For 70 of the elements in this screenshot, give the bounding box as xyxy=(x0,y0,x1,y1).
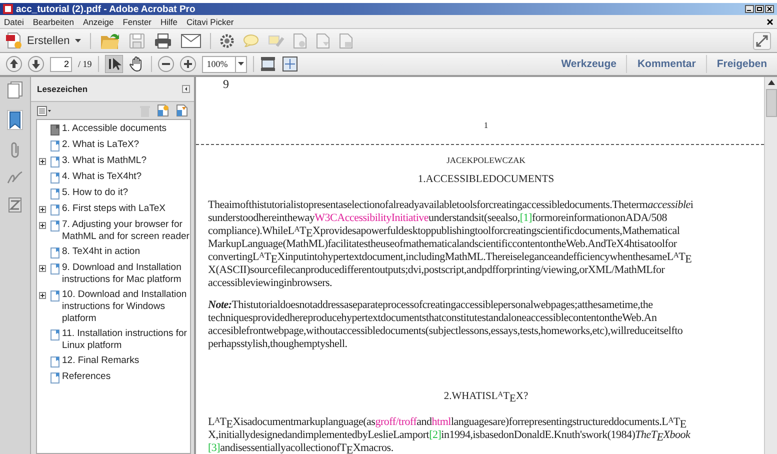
paragraph: Note:Thistutorialdoesnotaddressaseparateprocessofcreatingaccessiblepersonalwebpages;atthesametime,the techniquesprovidedhereproducehypertextdocumentsthatconstitutestandaloneaccessiblecontentontheWeb.An accesiblefrontwebpage,withoutaccessibledocuments(subjectlessons,essays,tests,homeworks,etc),willreduceitselfto perhapsstylish,thoughemptyshell. xyxy=(208,299,683,351)
fit-width-icon[interactable] xyxy=(260,56,276,72)
bookmark-item[interactable]: 5. How to do it? xyxy=(62,187,128,199)
expand-icon[interactable] xyxy=(39,222,46,228)
bookmark-item[interactable]: 2. What is LaTeX? xyxy=(62,139,140,151)
panel-title: Lesezeichen xyxy=(37,84,88,94)
create-button[interactable]: Erstellen xyxy=(6,32,81,49)
collapse-panel-icon[interactable] xyxy=(182,85,190,93)
open-folder-icon[interactable] xyxy=(100,32,120,50)
bookmark-item[interactable]: 1. Accessible documents xyxy=(62,123,167,135)
menu-item[interactable]: Datei xyxy=(4,16,24,26)
bookmark-icon[interactable] xyxy=(8,111,22,129)
pages-icon[interactable] xyxy=(7,81,23,99)
page-number: 1 xyxy=(482,120,490,130)
menu-item[interactable]: Hilfe xyxy=(160,16,178,26)
bookmark-item[interactable]: 4. What is TeX4ht? xyxy=(62,171,142,183)
fit-page-icon[interactable] xyxy=(282,56,298,72)
bookmark-item[interactable]: 9. Download and Installation instructions for Mac platform xyxy=(62,262,190,286)
bookmark-item[interactable]: References xyxy=(62,371,111,383)
menu-item[interactable]: Fenster xyxy=(122,16,152,26)
mail-icon[interactable] xyxy=(180,34,201,48)
zoom-in-icon[interactable] xyxy=(180,56,196,72)
page-number-field[interactable]: 2 xyxy=(50,56,72,72)
expand-icon[interactable] xyxy=(39,158,46,164)
panel-tab[interactable]: Kommentar xyxy=(633,58,700,70)
document-icon xyxy=(6,32,22,49)
menu-item[interactable]: Citavi Picker xyxy=(186,16,234,26)
scroll-up-icon[interactable] xyxy=(768,80,774,85)
panel-tab[interactable]: Werkzeuge xyxy=(557,58,620,70)
bookmark-arrow-icon[interactable] xyxy=(176,104,188,117)
previous-page-icon[interactable] xyxy=(6,56,22,72)
expand-icon[interactable] xyxy=(39,292,46,298)
bookmark-item[interactable]: 12. Final Remarks xyxy=(62,355,140,367)
bookmark-item[interactable]: 6. First steps with LaTeX xyxy=(62,203,166,215)
scrollbar[interactable] xyxy=(764,77,777,454)
link[interactable]: W3CAccessibilityInitiative xyxy=(314,212,429,224)
zoom-dropdown[interactable]: 100% xyxy=(202,56,247,72)
link[interactable]: html xyxy=(432,416,451,428)
page-number: 9 xyxy=(222,77,230,92)
bookmark-item[interactable]: 7. Adjusting your browser for MathML and for screen reader xyxy=(62,219,190,243)
bookmark-item[interactable]: 8. TeX4ht in action xyxy=(62,246,140,258)
close-icon[interactable] xyxy=(767,18,773,24)
print-icon[interactable] xyxy=(154,32,172,48)
bookmark-item[interactable]: 3. What is MathML? xyxy=(62,155,146,167)
select-cursor-icon[interactable] xyxy=(104,55,123,73)
menu-item[interactable]: Anzeige xyxy=(82,16,114,26)
caret-icon xyxy=(74,38,81,42)
bookmark-item[interactable]: 11. Installation instructions for Linux platform xyxy=(62,328,190,352)
bookmark-item[interactable]: 10. Download and Installation instructions for Windows platform xyxy=(62,289,190,325)
panel-tab[interactable]: Freigeben xyxy=(712,58,771,70)
pdf-file-icon xyxy=(3,4,13,14)
new-bookmark-icon[interactable] xyxy=(157,104,169,117)
caret-icon xyxy=(238,62,244,66)
minimize-icon[interactable] xyxy=(745,5,754,13)
link[interactable]: groff/troff xyxy=(375,416,417,428)
expand-icon[interactable] xyxy=(39,264,46,272)
settings-icon[interactable] xyxy=(220,34,234,48)
layers-icon[interactable] xyxy=(8,197,22,213)
page-count: / 19 xyxy=(78,59,92,69)
next-page-icon[interactable] xyxy=(28,56,44,72)
menu-item[interactable]: Bearbeiten xyxy=(32,16,74,26)
options-icon[interactable] xyxy=(37,106,51,116)
close-icon[interactable] xyxy=(765,5,774,13)
zoom-out-icon[interactable] xyxy=(158,56,174,72)
scroll-thumb[interactable] xyxy=(766,89,776,117)
author-name: JACEKPOLEWCZAK xyxy=(446,155,526,165)
restore-icon[interactable] xyxy=(755,5,764,13)
expand-icon[interactable] xyxy=(39,206,46,212)
section-heading: 1.ACCESSIBLEDOCUMENTS xyxy=(416,174,556,185)
window-title: acc_tutorial (2).pdf - Adobe Acrobat Pro xyxy=(16,4,196,14)
